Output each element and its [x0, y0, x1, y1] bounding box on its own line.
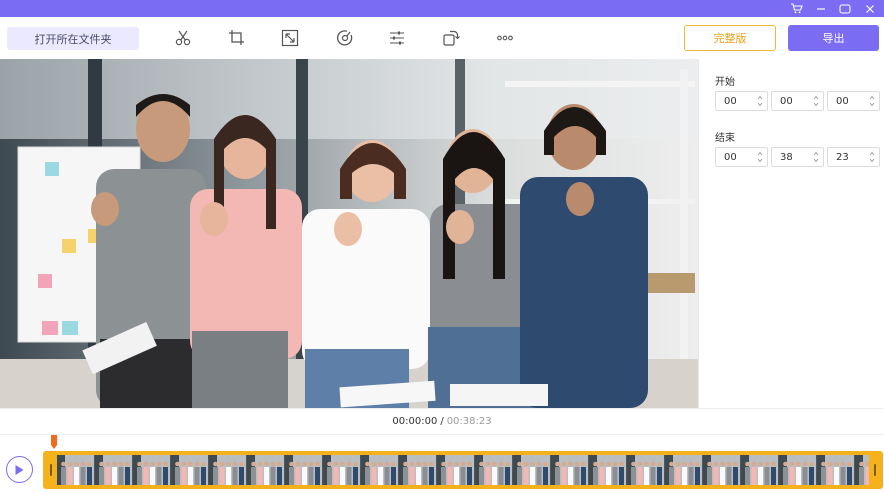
start-second-field[interactable]: 00: [827, 91, 880, 111]
playhead-marker[interactable]: [51, 435, 57, 449]
thumbnail-frame: [247, 455, 284, 485]
total-time: 00:38:23: [446, 416, 492, 427]
cart-icon[interactable]: [784, 0, 808, 17]
thumbnail-frame: [551, 455, 588, 485]
start-second-value: 00: [836, 95, 849, 107]
thumbnail-frame: [323, 455, 360, 485]
thumbnail-frame: [627, 455, 664, 485]
video-preview[interactable]: [0, 59, 698, 408]
more-icon[interactable]: [494, 27, 516, 49]
timeline: [0, 434, 884, 492]
export-button[interactable]: 导出: [788, 25, 879, 51]
thumbnail-frame: [399, 455, 436, 485]
thumbnail-frame: [285, 455, 322, 485]
end-label: 结束: [715, 133, 735, 144]
thumbnail-frame: [513, 455, 550, 485]
stepper-icon[interactable]: [813, 95, 819, 107]
close-icon[interactable]: [858, 0, 882, 17]
thumbnail-strip: [57, 455, 871, 485]
end-minute-value: 38: [780, 151, 793, 163]
stepper-icon[interactable]: [757, 151, 763, 163]
video-frame-image: [0, 59, 698, 408]
time-separator: /: [440, 416, 444, 427]
stepper-icon[interactable]: [757, 95, 763, 107]
thumbnail-frame: [703, 455, 740, 485]
crop-icon[interactable]: [226, 27, 248, 49]
end-hour-value: 00: [724, 151, 737, 163]
rotate-icon[interactable]: [440, 27, 462, 49]
maximize-icon[interactable]: [833, 0, 857, 17]
current-time: 00:00:00: [392, 416, 438, 427]
thumbnail-frame: [95, 455, 132, 485]
thumbnail-frame: [361, 455, 398, 485]
thumbnail-frame: [665, 455, 702, 485]
thumbnail-frame: [817, 455, 854, 485]
thumbnail-frame: [475, 455, 512, 485]
stepper-icon[interactable]: [813, 151, 819, 163]
thumbnail-frame: [171, 455, 208, 485]
trim-start-handle[interactable]: [45, 453, 57, 487]
end-second-value: 23: [836, 151, 849, 163]
start-minute-field[interactable]: 00: [771, 91, 824, 111]
end-hour-field[interactable]: 00: [715, 147, 768, 167]
title-bar: [0, 0, 884, 17]
play-icon: [15, 464, 24, 475]
thumbnail-frame: [57, 455, 94, 485]
thumbnail-frame: [133, 455, 170, 485]
start-hour-value: 00: [724, 95, 737, 107]
thumbnail-frame: [589, 455, 626, 485]
trim-panel: 开始 00 00 00 结束 00 38 23: [698, 59, 884, 408]
thumbnail-frame: [209, 455, 246, 485]
trim-end-handle[interactable]: [869, 453, 881, 487]
play-button[interactable]: [6, 456, 33, 483]
resize-icon[interactable]: [279, 27, 301, 49]
cut-icon[interactable]: [172, 27, 194, 49]
adjust-icon[interactable]: [386, 27, 408, 49]
end-minute-field[interactable]: 38: [771, 147, 824, 167]
open-folder-button[interactable]: 打开所在文件夹: [7, 27, 139, 50]
thumbnail-frame: [741, 455, 778, 485]
timeline-track[interactable]: [43, 451, 883, 489]
stepper-icon[interactable]: [869, 151, 875, 163]
end-second-field[interactable]: 23: [827, 147, 880, 167]
upgrade-button[interactable]: 完整版: [684, 25, 776, 51]
time-readout: 00:00:00 / 00:38:23: [0, 408, 884, 434]
thumbnail-frame: [779, 455, 816, 485]
start-label: 开始: [715, 77, 735, 88]
minimize-icon[interactable]: [809, 0, 833, 17]
start-minute-value: 00: [780, 95, 793, 107]
toolbar: 打开所在文件夹 完整版 导出: [0, 17, 884, 59]
stepper-icon[interactable]: [869, 95, 875, 107]
speed-icon[interactable]: [334, 27, 356, 49]
thumbnail-frame: [437, 455, 474, 485]
start-hour-field[interactable]: 00: [715, 91, 768, 111]
